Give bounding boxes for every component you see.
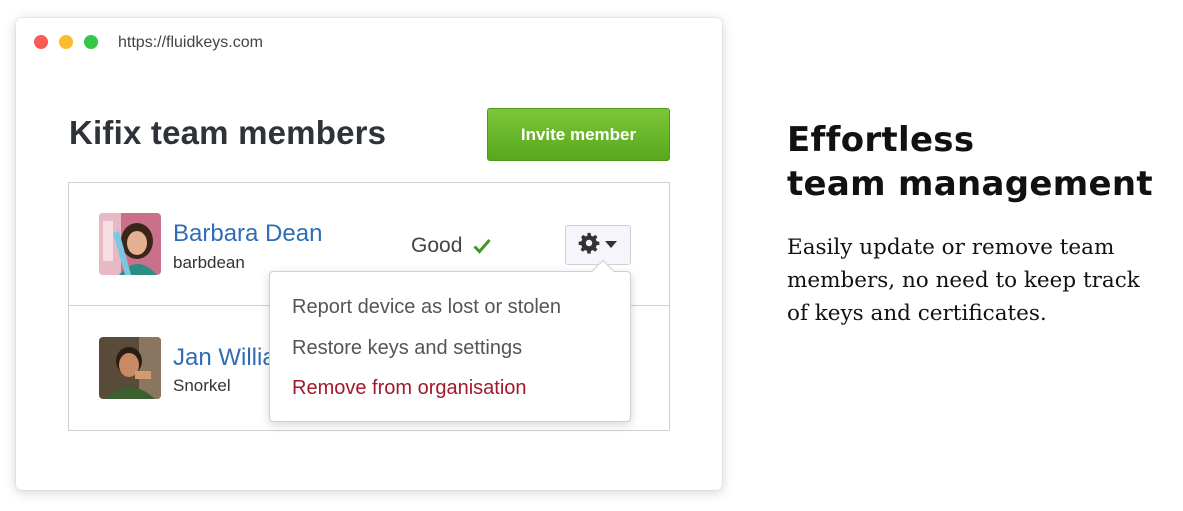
close-window-dot[interactable] bbox=[34, 35, 48, 49]
status-text: Good bbox=[411, 234, 463, 257]
maximize-window-dot[interactable] bbox=[84, 35, 98, 49]
marketing-description: Easily update or remove team members, no… bbox=[787, 235, 1140, 326]
minimize-window-dot[interactable] bbox=[59, 35, 73, 49]
member-username: barbdean bbox=[173, 253, 245, 272]
invite-member-button[interactable]: Invite member bbox=[487, 108, 670, 161]
member-actions-dropdown: Report device as lost or stolen Restore … bbox=[269, 259, 631, 422]
restore-keys-menu-item[interactable]: Restore keys and settings bbox=[292, 337, 522, 360]
member-name-link[interactable]: Barbara Dean bbox=[173, 220, 322, 248]
avatar bbox=[99, 213, 161, 275]
page-title: Kifix team members bbox=[69, 114, 387, 151]
member-username: Snorkel bbox=[173, 376, 231, 395]
remove-from-organisation-menu-item[interactable]: Remove from organisation bbox=[292, 377, 527, 400]
gear-icon bbox=[578, 232, 600, 259]
member-settings-button[interactable] bbox=[565, 225, 631, 265]
chevron-down-icon bbox=[604, 236, 618, 254]
address-bar[interactable]: https://fluidkeys.com bbox=[118, 34, 263, 52]
heading-line: team management bbox=[787, 164, 1153, 204]
report-lost-device-menu-item[interactable]: Report device as lost or stolen bbox=[292, 296, 561, 319]
heading-line: Effortless bbox=[787, 120, 975, 160]
marketing-heading: Effortless team management bbox=[787, 118, 1153, 206]
member-name-link[interactable]: Jan Willia bbox=[173, 344, 276, 372]
check-icon bbox=[473, 238, 491, 254]
avatar bbox=[99, 337, 161, 399]
